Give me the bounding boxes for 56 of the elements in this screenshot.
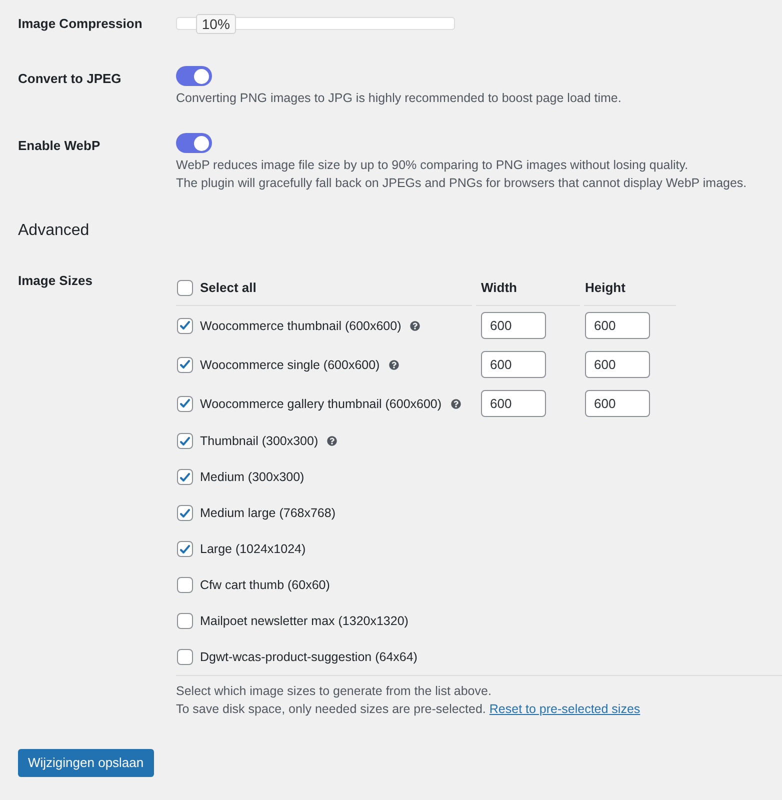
setting-label: Image Sizes (18, 272, 94, 290)
help-text: Select which image sizes to generate from the list above. (176, 683, 492, 700)
checkbox[interactable] (177, 356, 193, 372)
width-input[interactable]: 600 (481, 390, 546, 417)
image-size-label: Woocommerce single (600x600) (200, 356, 380, 374)
height-input[interactable]: 600 (585, 312, 650, 339)
check-icon (180, 508, 190, 518)
checkbox[interactable] (177, 318, 193, 334)
check-icon (180, 472, 190, 482)
image-size-label: Cfw cart thumb (60x60) (200, 577, 330, 594)
setting-label: Image Compression (18, 15, 144, 33)
column-header: Height (584, 272, 676, 306)
toggle-switch[interactable] (176, 133, 212, 153)
check-icon (180, 544, 190, 554)
height-input[interactable]: 600 (585, 351, 650, 378)
image-size-label: Medium (300x300) (200, 469, 304, 486)
width-input[interactable]: 600 (481, 351, 546, 378)
column-header: Width (476, 272, 580, 306)
image-size-label: Woocommerce gallery thumbnail (600x600) (200, 396, 442, 412)
height-input[interactable]: 600 (585, 390, 650, 417)
setting-description: Converting PNG images to JPG is highly recommended to boost page load time. (176, 90, 622, 107)
help-icon[interactable] (410, 320, 420, 330)
setting-label: Enable WebP (18, 137, 102, 155)
image-size-label: Medium large (768x768) (200, 505, 336, 522)
checkbox[interactable] (177, 505, 193, 521)
reset-link[interactable]: Reset to pre-selected sizes (489, 702, 640, 716)
image-size-label: Woocommerce thumbnail (600x600) (200, 318, 402, 334)
slider-handle[interactable]: 10% (196, 14, 236, 34)
checkbox[interactable] (177, 613, 193, 629)
check-icon (180, 321, 190, 330)
check-icon (180, 436, 190, 446)
check-icon (180, 360, 190, 369)
width-input[interactable]: 600 (481, 312, 546, 339)
help-text: To save disk space, only needed sizes are pre-selected. Reset to pre-selected sizes (176, 701, 642, 718)
save-button[interactable]: Wijzigingen opslaan (18, 749, 154, 777)
help-icon[interactable] (450, 398, 461, 408)
image-size-label: Thumbnail (300x300) (200, 433, 318, 450)
checkbox[interactable] (177, 396, 193, 412)
setting-description: WebP reduces image file size by up to 90% comparing to PNG images without losing quality. (176, 157, 690, 174)
check-icon (180, 399, 190, 408)
setting-label: Convert to JPEG (18, 70, 122, 88)
checkbox[interactable] (177, 649, 193, 665)
checkbox[interactable] (177, 433, 193, 449)
help-icon[interactable] (388, 360, 399, 370)
help-icon[interactable] (327, 436, 338, 446)
checkbox[interactable] (177, 577, 193, 593)
setting-description: The plugin will gracefully fall back on JPEGs and PNGs for browsers that cannot display WebP images. (176, 175, 747, 192)
select-all-label: Select all (200, 279, 256, 297)
toggle-switch[interactable] (176, 66, 212, 86)
checkbox[interactable] (177, 469, 193, 485)
image-size-label: Mailpoet newsletter max (1320x1320) (200, 613, 408, 630)
section-heading: Advanced (18, 221, 90, 241)
image-size-label: Dgwt-wcas-product-suggestion (64x64) (200, 649, 418, 666)
checkbox[interactable] (177, 280, 193, 296)
image-size-label: Large (1024x1024) (200, 541, 306, 558)
checkbox[interactable] (177, 541, 193, 557)
